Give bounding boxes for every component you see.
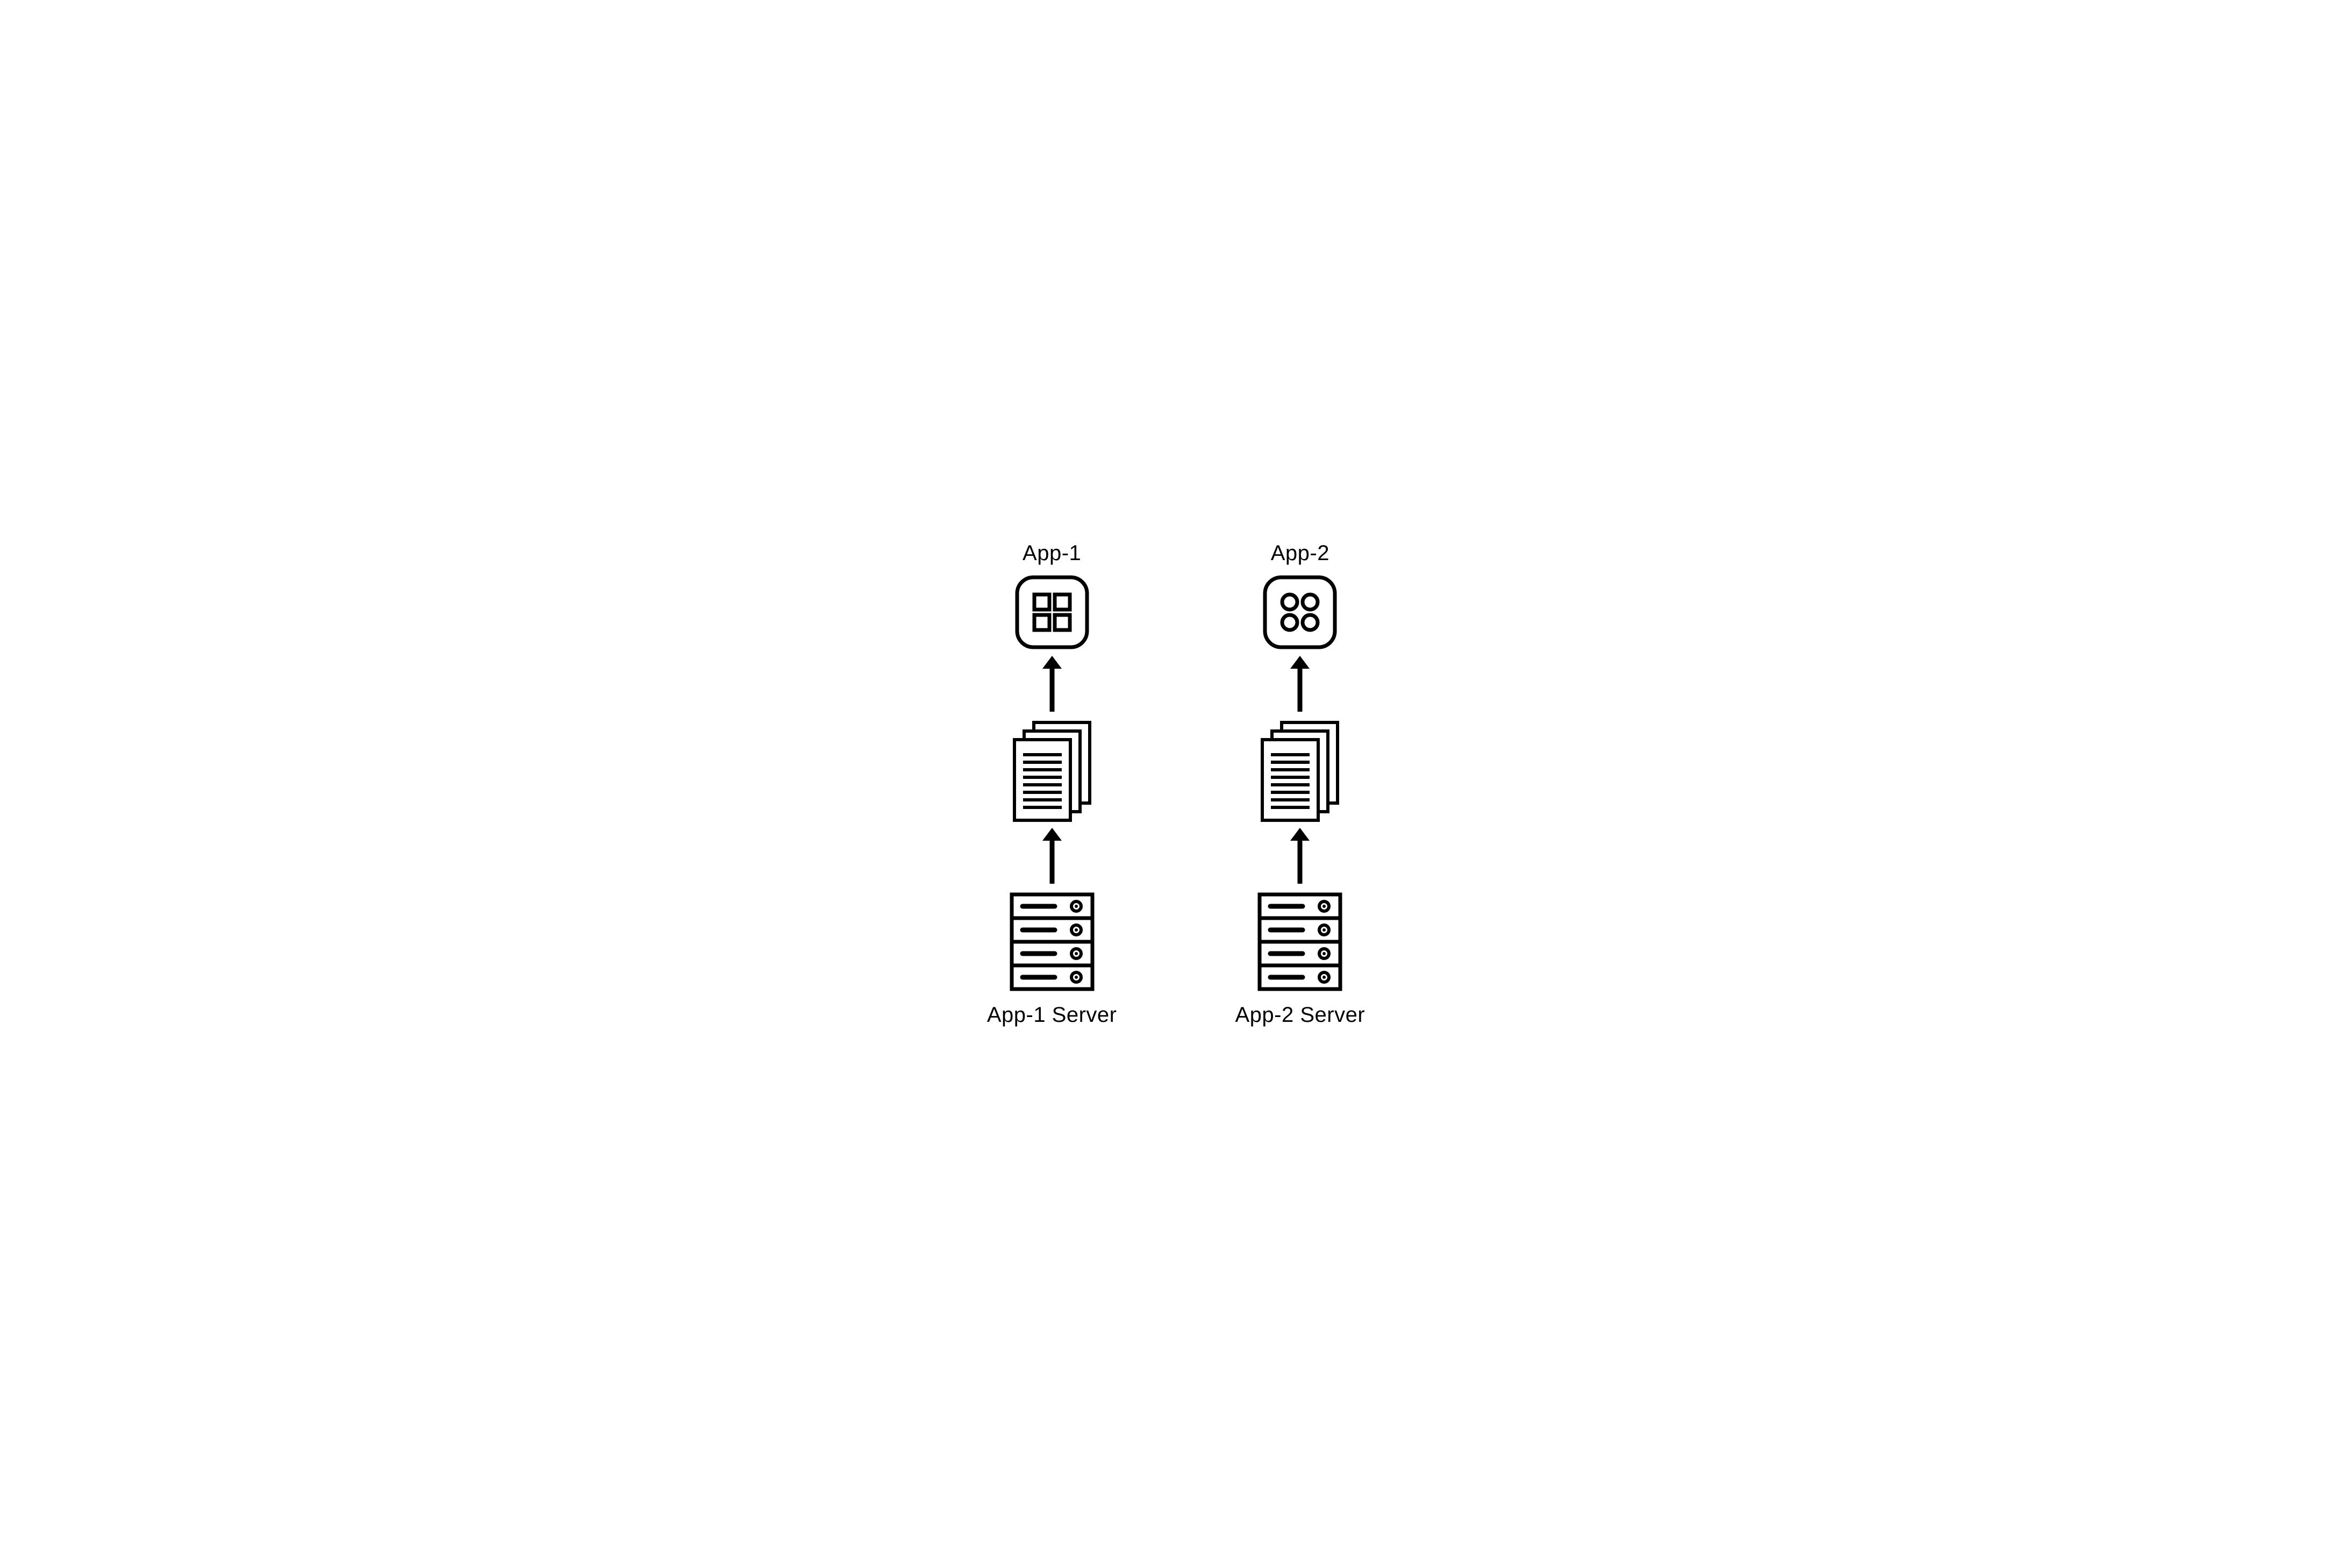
- column-app-1: App-1: [987, 535, 1117, 1034]
- app-2-top-label: App-2: [1271, 541, 1329, 565]
- documents-icon: [1004, 717, 1100, 825]
- up-arrow-icon: [1284, 653, 1316, 717]
- column-app-2: App-2: [1235, 535, 1366, 1034]
- server-rack-icon: [1254, 889, 1346, 997]
- squares-app-icon: [1012, 572, 1092, 653]
- app-1-top-label: App-1: [1023, 541, 1081, 565]
- circles-app-icon: [1260, 572, 1340, 653]
- up-arrow-icon: [1036, 825, 1068, 889]
- up-arrow-icon: [1284, 825, 1316, 889]
- server-rack-icon: [1006, 889, 1098, 997]
- app-1-bottom-label: App-1 Server: [987, 1003, 1117, 1027]
- up-arrow-icon: [1036, 653, 1068, 717]
- documents-icon: [1252, 717, 1348, 825]
- app-2-bottom-label: App-2 Server: [1235, 1003, 1366, 1027]
- architecture-diagram: App-1: [987, 535, 1365, 1034]
